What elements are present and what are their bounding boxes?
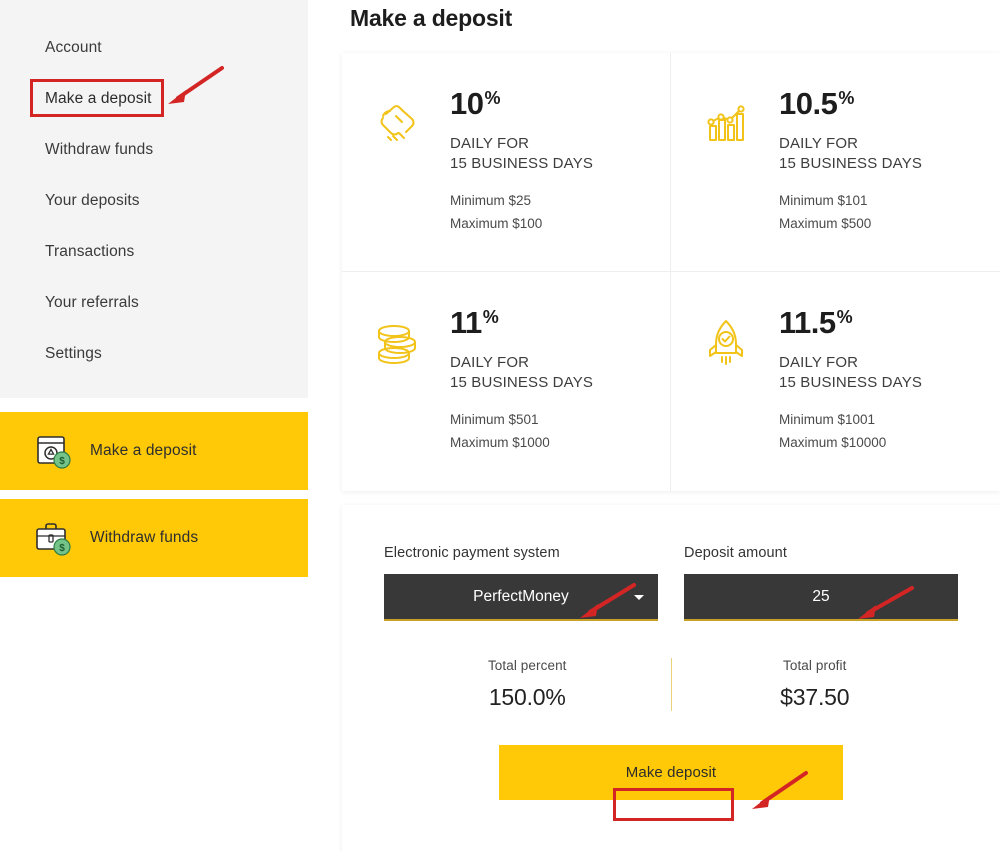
plan-card[interactable]: 11.5 % DAILY FOR 15 BUSINESS DAYS Minimu… xyxy=(671,272,1000,491)
svg-text:$: $ xyxy=(59,543,65,554)
plan-term-line2: 15 BUSINESS DAYS xyxy=(779,374,923,392)
plan-limits: Minimum $25 Maximum $100 xyxy=(450,189,593,236)
sidebar-item-label: Account xyxy=(45,39,102,56)
percent-symbol: % xyxy=(838,88,854,108)
percent-symbol: % xyxy=(484,88,500,108)
plan-percent: 11 % xyxy=(450,307,593,338)
handshake-icon xyxy=(366,92,428,154)
deposit-form: Electronic payment system PerfectMoney D… xyxy=(342,505,1000,851)
deposit-amount-value: 25 xyxy=(812,587,830,605)
svg-text:$: $ xyxy=(59,456,65,467)
sidebar-item-your-referrals[interactable]: Your referrals xyxy=(0,277,308,328)
sidebar-item-account[interactable]: Account xyxy=(0,22,308,73)
plan-percent: 11.5 % xyxy=(779,307,922,338)
plan-maximum: Maximum $10000 xyxy=(779,435,887,451)
sidebar-item-transactions[interactable]: Transactions xyxy=(0,226,308,277)
total-percent-block: Total percent 150.0% xyxy=(384,658,671,711)
plan-body: 10.5 % DAILY FOR 15 BUSINESS DAYS Minimu… xyxy=(779,86,922,236)
payment-system-field: Electronic payment system PerfectMoney xyxy=(384,545,658,621)
sidebar-item-label: Settings xyxy=(45,345,102,362)
submit-row: Make deposit xyxy=(384,745,958,800)
payment-system-select[interactable]: PerfectMoney xyxy=(384,574,658,621)
payment-system-value: PerfectMoney xyxy=(473,587,569,605)
plan-limits: Minimum $501 Maximum $1000 xyxy=(450,408,593,455)
sidebar-withdraw-funds-label: Withdraw funds xyxy=(90,529,199,546)
sidebar-item-withdraw-funds[interactable]: Withdraw funds xyxy=(0,124,308,175)
totals-row: Total percent 150.0% Total profit $37.50 xyxy=(384,658,958,711)
deposit-amount-input[interactable]: 25 xyxy=(684,574,958,621)
plan-term-line1: DAILY FOR xyxy=(779,354,859,371)
sidebar-make-deposit-label: Make a deposit xyxy=(90,442,197,459)
sidebar-item-make-a-deposit[interactable]: Make a deposit xyxy=(0,73,308,124)
plan-percent: 10 % xyxy=(450,88,593,119)
plan-percent-value: 11.5 xyxy=(779,305,836,340)
percent-symbol: % xyxy=(482,307,499,327)
plan-limits: Minimum $1001 Maximum $10000 xyxy=(779,408,922,455)
sidebar-make-deposit-button[interactable]: $ Make a deposit xyxy=(0,412,308,490)
plan-percent-value: 11 xyxy=(450,305,482,340)
plan-limits: Minimum $101 Maximum $500 xyxy=(779,189,922,236)
total-percent-label: Total percent xyxy=(487,658,567,673)
payment-system-label: Electronic payment system xyxy=(384,545,560,561)
plan-term-line1: DAILY FOR xyxy=(779,135,859,152)
plan-card[interactable]: 10.5 % DAILY FOR 15 BUSINESS DAYS Minimu… xyxy=(671,53,1000,272)
deposit-amount-label: Deposit amount xyxy=(684,545,787,561)
plan-card[interactable]: 11 % DAILY FOR 15 BUSINESS DAYS Minimum … xyxy=(342,272,671,491)
total-profit-value: $37.50 xyxy=(780,684,850,710)
form-fields-row: Electronic payment system PerfectMoney D… xyxy=(384,545,958,621)
rocket-check-icon xyxy=(695,311,757,373)
plan-term: DAILY FOR 15 BUSINESS DAYS xyxy=(779,134,922,175)
sidebar-nav: Account Make a deposit Withdraw funds Yo… xyxy=(0,0,308,398)
plan-maximum: Maximum $1000 xyxy=(450,435,550,451)
plan-term-line2: 15 BUSINESS DAYS xyxy=(450,155,594,173)
plan-term-line1: DAILY FOR xyxy=(450,354,530,371)
sidebar-item-label: Transactions xyxy=(45,243,135,260)
sidebar-item-label: Withdraw funds xyxy=(45,141,154,158)
sidebar-item-your-deposits[interactable]: Your deposits xyxy=(0,175,308,226)
main-content: Make a deposit 10 % DAILY FOR 15 BUSINES… xyxy=(308,0,1000,851)
deposit-bag-dollar-icon: $ xyxy=(30,428,76,474)
plan-term-line2: 15 BUSINESS DAYS xyxy=(779,155,923,173)
plan-card[interactable]: 10 % DAILY FOR 15 BUSINESS DAYS Minimum … xyxy=(342,53,671,272)
page-root: Account Make a deposit Withdraw funds Yo… xyxy=(0,0,1000,851)
plan-minimum: Minimum $101 xyxy=(779,192,868,208)
plan-maximum: Maximum $500 xyxy=(779,216,872,232)
deposit-amount-field: Deposit amount 25 xyxy=(684,545,958,621)
total-percent-value: 150.0% xyxy=(488,684,566,710)
plan-percent-value: 10.5 xyxy=(779,86,838,121)
plan-minimum: Minimum $501 xyxy=(450,411,539,427)
plan-minimum: Minimum $25 xyxy=(450,192,532,208)
total-profit-label: Total profit xyxy=(783,658,847,673)
sidebar: Account Make a deposit Withdraw funds Yo… xyxy=(0,0,308,851)
plan-percent: 10.5 % xyxy=(779,88,922,119)
total-profit-block: Total profit $37.50 xyxy=(670,658,959,711)
sidebar-item-label: Make a deposit xyxy=(45,90,152,107)
plan-body: 11.5 % DAILY FOR 15 BUSINESS DAYS Minimu… xyxy=(779,305,922,455)
investment-plans-grid: 10 % DAILY FOR 15 BUSINESS DAYS Minimum … xyxy=(342,53,1000,491)
plan-body: 11 % DAILY FOR 15 BUSINESS DAYS Minimum … xyxy=(450,305,593,455)
plan-term-line1: DAILY FOR xyxy=(450,135,530,152)
sidebar-item-settings[interactable]: Settings xyxy=(0,328,308,379)
plan-maximum: Maximum $100 xyxy=(450,216,543,232)
plan-percent-value: 10 xyxy=(450,86,484,121)
plan-minimum: Minimum $1001 xyxy=(779,411,876,427)
coin-stack-icon xyxy=(366,311,428,373)
chevron-down-icon xyxy=(634,594,644,600)
bar-chart-trend-icon xyxy=(695,92,757,154)
make-deposit-button[interactable]: Make deposit xyxy=(499,745,843,800)
page-title: Make a deposit xyxy=(350,5,513,31)
plan-term: DAILY FOR 15 BUSINESS DAYS xyxy=(450,134,593,175)
sidebar-item-label: Your deposits xyxy=(45,192,140,209)
sidebar-item-label: Your referrals xyxy=(45,294,139,311)
plan-term-line2: 15 BUSINESS DAYS xyxy=(450,374,594,392)
percent-symbol: % xyxy=(836,307,853,327)
plan-body: 10 % DAILY FOR 15 BUSINESS DAYS Minimum … xyxy=(450,86,593,236)
briefcase-dollar-icon: $ xyxy=(30,515,76,561)
plan-term: DAILY FOR 15 BUSINESS DAYS xyxy=(450,353,593,394)
sidebar-withdraw-funds-button[interactable]: $ Withdraw funds xyxy=(0,499,308,577)
plan-term: DAILY FOR 15 BUSINESS DAYS xyxy=(779,353,922,394)
